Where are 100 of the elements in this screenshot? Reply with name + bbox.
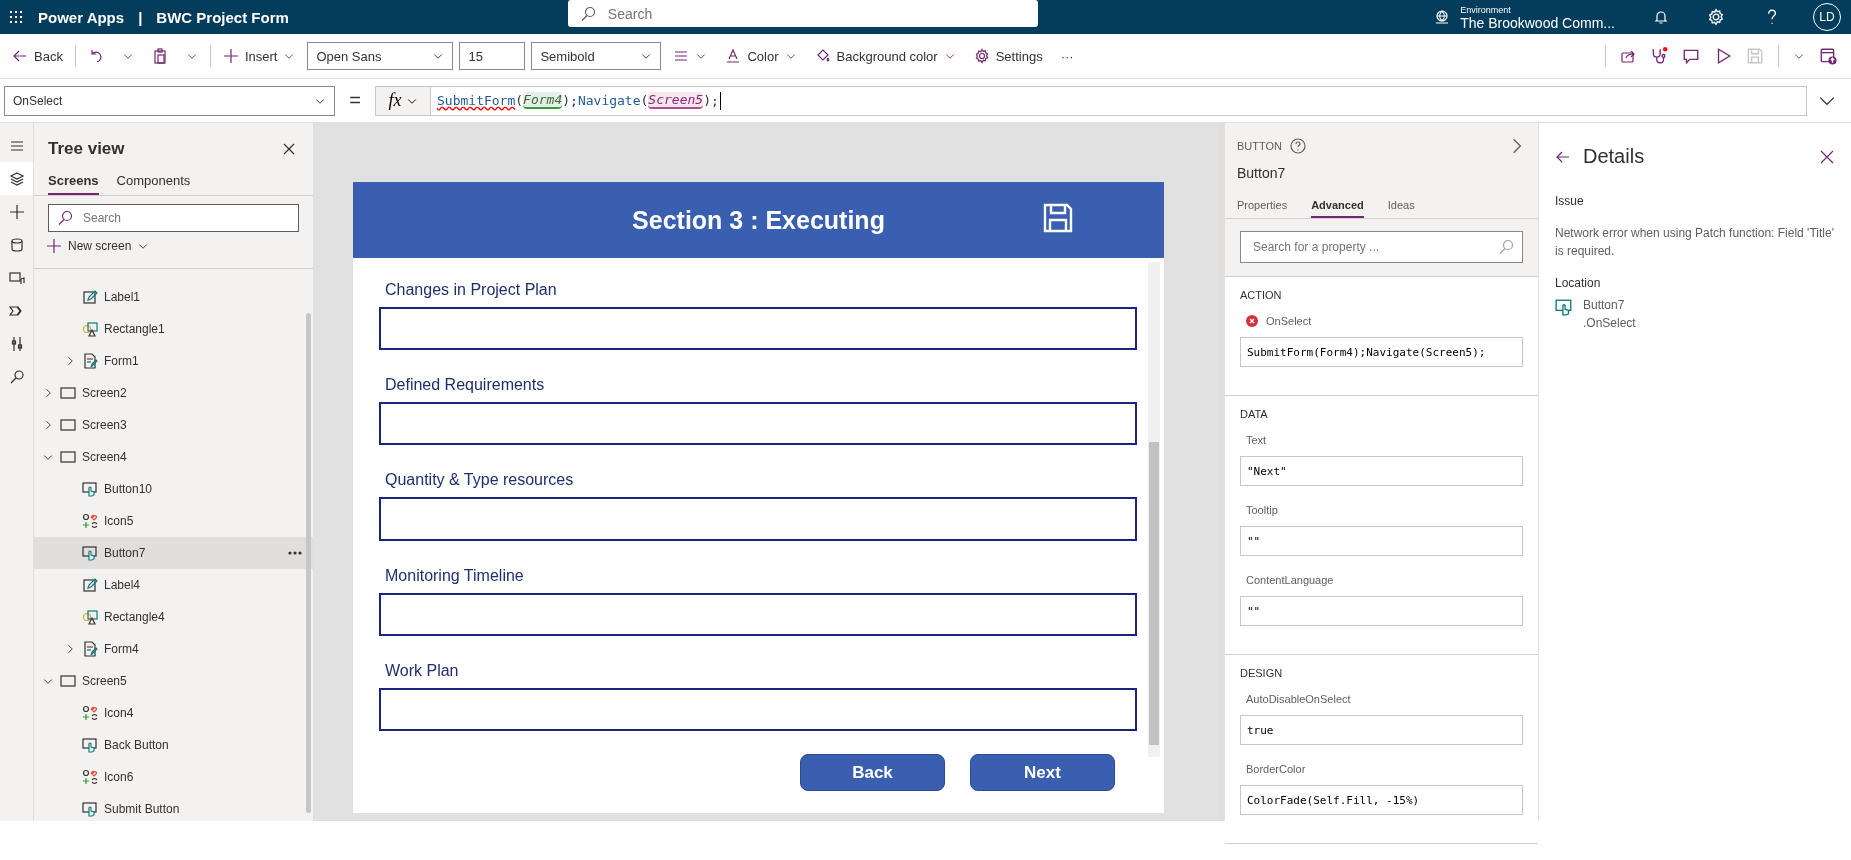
property-value-field[interactable]: ""	[1240, 596, 1523, 626]
tree-item[interactable]: Button7	[34, 537, 313, 569]
close-button[interactable]	[281, 141, 297, 157]
location-control[interactable]: Button7	[1583, 298, 1636, 312]
property-value-field[interactable]: true	[1240, 715, 1523, 745]
environment-label: Environment	[1460, 4, 1512, 15]
tree-item[interactable]: Label1	[34, 281, 313, 313]
font-dropdown[interactable]: Open Sans	[307, 42, 454, 70]
tree-item[interactable]: Icon6	[34, 761, 313, 793]
shapes-icon	[82, 321, 98, 337]
app-launcher-icon[interactable]	[8, 9, 24, 25]
help-icon[interactable]	[1290, 138, 1307, 154]
property-value-field[interactable]: SubmitForm(Form4);Navigate(Screen5);	[1240, 337, 1523, 367]
tree-item[interactable]: Button10	[34, 473, 313, 505]
tree-item[interactable]: Icon4	[34, 697, 313, 729]
stethoscope-icon[interactable]	[1650, 47, 1668, 65]
scrollbar[interactable]	[306, 313, 311, 813]
property-search-field[interactable]: Search for a property ...	[1251, 239, 1498, 255]
tree-item[interactable]: Rectangle4	[34, 601, 313, 633]
tab[interactable]: Advanced	[1311, 195, 1364, 218]
text-input[interactable]	[379, 687, 1137, 731]
notification-bell-icon[interactable]	[1653, 9, 1669, 25]
property-value-field[interactable]: "Next"	[1240, 456, 1523, 486]
function-button[interactable]: fx	[375, 85, 431, 116]
screen-icon	[60, 449, 76, 465]
panel-title: Tree view	[48, 139, 125, 159]
tree-item[interactable]: Form1	[34, 345, 313, 377]
property-dropdown[interactable]: OnSelect	[4, 85, 335, 116]
search-box[interactable]: Search	[48, 204, 299, 232]
project-title: BWC Project Form	[156, 8, 289, 26]
tab[interactable]: Screens	[48, 169, 99, 195]
text-input[interactable]	[379, 497, 1137, 541]
global-search-field[interactable]: Search	[605, 4, 1026, 23]
tree-item[interactable]: Rectangle1	[34, 313, 313, 345]
field-label: Quantity & Type resources	[384, 470, 575, 491]
icons-icon	[82, 705, 98, 721]
field-label: Work Plan	[384, 660, 460, 681]
control-type: BUTTON	[1237, 140, 1283, 152]
color-button[interactable]: Color	[719, 44, 803, 68]
location-property: .OnSelect	[1583, 316, 1636, 330]
close-icon	[281, 141, 297, 157]
comment-icon[interactable]	[1682, 47, 1700, 65]
button-icon	[82, 545, 98, 561]
plus-icon[interactable]	[8, 203, 25, 220]
rail-button[interactable]	[0, 162, 33, 195]
back-arrow-icon	[12, 48, 28, 64]
screen-icon	[60, 673, 76, 689]
tab[interactable]: Components	[116, 169, 191, 195]
font-size-field[interactable]: 15	[459, 42, 526, 70]
back-button[interactable]: Back	[6, 44, 69, 68]
more-button[interactable]: ···	[1054, 44, 1080, 68]
share-icon[interactable]	[1620, 48, 1636, 64]
font-weight-dropdown[interactable]: Semibold	[531, 42, 662, 70]
property-label: AutoDisableOnSelect	[1246, 693, 1351, 705]
search-icon	[57, 210, 73, 226]
close-icon	[1819, 148, 1835, 165]
section-heading: DESIGN	[1240, 667, 1284, 679]
property-value-field[interactable]: ""	[1240, 526, 1523, 556]
background-color-button[interactable]: Background color	[808, 44, 962, 68]
app-button[interactable]: Back	[800, 754, 945, 791]
layers-icon[interactable]	[8, 170, 25, 187]
field-label: Monitoring Timeline	[384, 565, 525, 586]
app-button[interactable]: Next	[970, 754, 1115, 791]
text-input[interactable]	[379, 306, 1137, 351]
search-icon[interactable]	[8, 368, 25, 385]
form-icon	[82, 353, 98, 369]
publish-icon[interactable]	[1819, 47, 1837, 65]
settings-icon[interactable]	[1707, 8, 1725, 26]
text-input[interactable]	[379, 402, 1137, 446]
align-icon	[673, 48, 690, 64]
tab[interactable]: Ideas	[1387, 195, 1415, 218]
database-icon[interactable]	[8, 236, 25, 253]
tree-item[interactable]: Form4	[34, 633, 313, 665]
settings-button[interactable]: Settings	[967, 44, 1049, 68]
global-search-box[interactable]: Search	[567, 0, 1038, 27]
tree-item[interactable]: Screen4	[34, 441, 313, 473]
tree-item[interactable]: Back Button	[34, 729, 313, 761]
media-icon[interactable]	[8, 269, 25, 286]
environment-name[interactable]: The Brookwood Comm...	[1460, 15, 1615, 30]
tree-item[interactable]: Submit Button	[34, 793, 313, 821]
close-button[interactable]	[1819, 148, 1835, 165]
formula-field[interactable]: SubmitForm(Form4);Navigate(Screen5);	[431, 85, 1807, 116]
tree-item[interactable]: Screen3	[34, 409, 313, 441]
globe-icon[interactable]	[1434, 9, 1451, 25]
settings-icon	[973, 48, 990, 64]
new-screen-button[interactable]: New screen	[42, 236, 305, 256]
tree-item[interactable]: Screen2	[34, 377, 313, 409]
property-value-field[interactable]: ColorFade(Self.Fill, -15%)	[1240, 785, 1523, 815]
search-field[interactable]: Search	[81, 210, 290, 226]
tree-item[interactable]: Screen5	[34, 665, 313, 697]
scrollbar[interactable]	[1148, 262, 1160, 757]
section-heading: DATA	[1240, 408, 1269, 420]
text-input[interactable]	[379, 592, 1137, 636]
tab[interactable]: Properties	[1237, 195, 1288, 218]
tree-item[interactable]: Icon5	[34, 505, 313, 537]
tree-item[interactable]: Label4	[34, 569, 313, 601]
property-search-box[interactable]: Search for a property ...	[1240, 231, 1523, 263]
insert-button[interactable]: Insert	[216, 44, 302, 68]
issue-text: Network error when using Patch function: Field 'Title' is required.	[1555, 225, 1835, 260]
property-label: Text	[1246, 434, 1267, 446]
